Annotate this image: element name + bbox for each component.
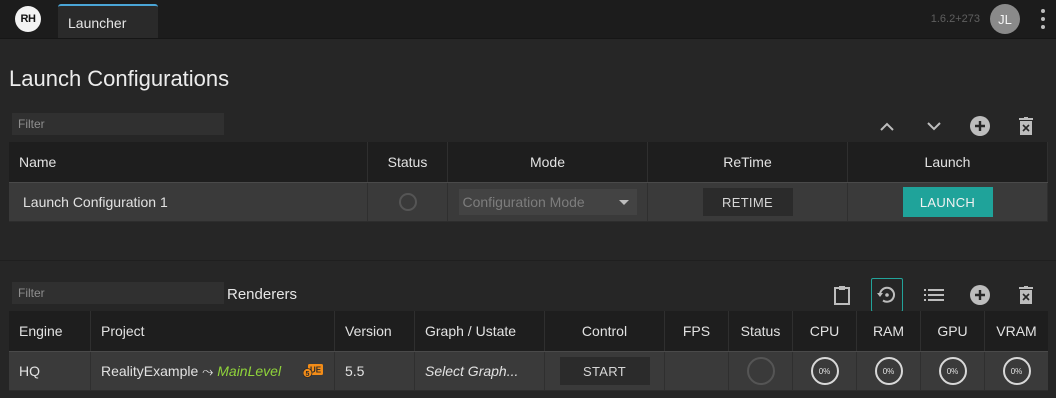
app-logo[interactable]: RH — [15, 6, 41, 32]
column-header[interactable]: Project — [91, 311, 335, 351]
ram-cell: 0% — [857, 352, 921, 390]
caret-down-icon — [618, 200, 629, 205]
renderer-filter-input[interactable] — [12, 282, 224, 304]
launch-config-table-header: Name Status Mode ReTime Launch — [9, 142, 1048, 182]
column-header[interactable]: Status — [368, 142, 448, 182]
column-header[interactable]: VRAM — [985, 311, 1048, 351]
column-header[interactable]: CPU — [793, 311, 857, 351]
renderer-table-header: Engine Project Version Graph / Ustate Co… — [9, 311, 1048, 351]
status-indicator-icon — [746, 357, 775, 385]
launch-config-filter-input[interactable] — [12, 113, 224, 135]
add-circle-icon[interactable] — [966, 281, 994, 309]
section-title: Renderers — [227, 286, 298, 303]
fps-cell — [665, 352, 729, 390]
configuration-mode-select[interactable]: Configuration Mode — [458, 189, 637, 215]
version-cell: 5.5 — [335, 352, 415, 390]
mode-cell: Configuration Mode — [448, 183, 648, 221]
tab-label: Launcher — [68, 15, 127, 31]
chevron-down-icon[interactable] — [920, 112, 948, 140]
column-header[interactable]: GPU — [921, 311, 985, 351]
section-divider — [0, 260, 1056, 261]
status-cell — [368, 183, 448, 221]
cpu-gauge: 0% — [810, 357, 839, 385]
column-header[interactable]: Launch — [848, 142, 1048, 182]
column-header[interactable]: Mode — [448, 142, 648, 182]
user-avatar[interactable]: JL — [990, 4, 1020, 34]
project-name: RealityExample — [101, 363, 199, 379]
top-bar: RH Launcher 1.6.2+273 JL — [0, 0, 1056, 39]
column-header[interactable]: Name — [9, 142, 368, 182]
config-name: Launch Configuration 1 — [9, 183, 368, 221]
vram-cell: 0% — [985, 352, 1048, 390]
vram-gauge: 0% — [1002, 357, 1031, 385]
column-header[interactable]: Graph / Ustate — [415, 311, 545, 351]
retime-cell: RETIME — [648, 183, 848, 221]
project-cell: RealityExample ⤳ MainLevel — [91, 352, 335, 390]
delete-icon[interactable] — [1012, 281, 1040, 309]
graph-select[interactable]: Select Graph... — [415, 352, 545, 390]
launch-button[interactable]: LAUNCH — [902, 187, 993, 217]
start-button[interactable]: START — [559, 357, 650, 385]
retime-button[interactable]: RETIME — [702, 188, 793, 216]
status-cell — [729, 352, 793, 390]
badge-number: 5 — [306, 371, 310, 378]
page-title: Launch Configurations — [9, 66, 230, 91]
control-cell: START — [545, 352, 665, 390]
mode-placeholder: Configuration Mode — [462, 194, 585, 210]
engine-cell: HQ — [9, 352, 91, 390]
column-header[interactable]: Status — [729, 311, 793, 351]
ram-gauge: 0% — [874, 357, 903, 385]
level-name: MainLevel — [217, 363, 282, 379]
column-header[interactable]: Control — [545, 311, 665, 351]
restore-icon[interactable] — [871, 278, 903, 312]
table-row[interactable]: HQ RealityExample ⤳ MainLevel 5.5 Select… — [9, 351, 1048, 391]
tab-launcher[interactable]: Launcher — [58, 4, 158, 38]
column-header[interactable]: Engine — [9, 311, 91, 351]
cpu-cell: 0% — [793, 352, 857, 390]
delete-icon[interactable] — [1012, 112, 1040, 140]
clipboard-icon[interactable] — [828, 281, 856, 309]
launch-cell: LAUNCH — [848, 183, 1048, 221]
gpu-cell: 0% — [921, 352, 985, 390]
column-header[interactable]: ReTime — [648, 142, 848, 182]
gpu-gauge: 0% — [938, 357, 967, 385]
status-indicator-icon — [398, 193, 417, 211]
more-menu-icon[interactable] — [1040, 9, 1046, 29]
column-header[interactable]: FPS — [665, 311, 729, 351]
table-row[interactable]: Launch Configuration 1 Configuration Mod… — [9, 182, 1048, 222]
project-arrow: ⤳ — [202, 362, 214, 379]
unreal-engine-badge-icon: UE 5 — [302, 364, 323, 378]
chevron-up-icon[interactable] — [873, 112, 901, 140]
column-header[interactable]: Version — [335, 311, 415, 351]
add-circle-icon[interactable] — [966, 112, 994, 140]
list-icon[interactable] — [920, 281, 948, 309]
version-label: 1.6.2+273 — [930, 13, 980, 25]
column-header[interactable]: RAM — [857, 311, 921, 351]
